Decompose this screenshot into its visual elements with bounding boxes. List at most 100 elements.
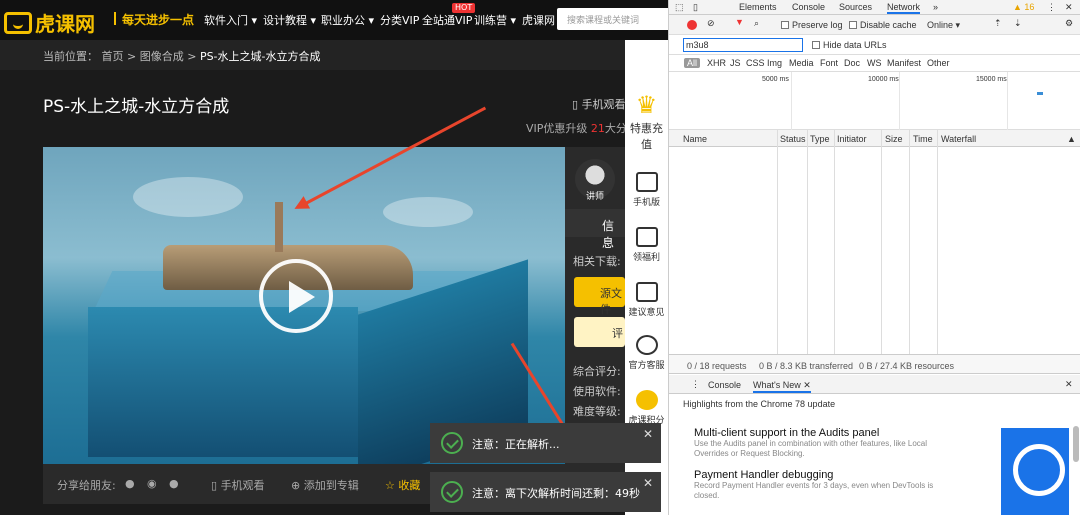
drawer-tab-console[interactable]: Console xyxy=(708,380,741,390)
type-img[interactable]: Img xyxy=(767,58,782,68)
col-initiator[interactable]: Initiator xyxy=(837,134,867,144)
inspect-icon[interactable]: ⬚ xyxy=(675,2,684,13)
weibo-icon[interactable]: ◉ xyxy=(147,477,157,490)
close-drawer-icon[interactable]: ✕ xyxy=(1065,379,1073,390)
cloud xyxy=(133,177,243,217)
crumb-category[interactable]: 图像合成 xyxy=(140,50,184,63)
play-button[interactable] xyxy=(259,259,333,333)
filter-input[interactable]: m3u8 xyxy=(683,38,803,52)
video-player[interactable] xyxy=(43,147,565,464)
disable-cache-checkbox[interactable]: Disable cache xyxy=(849,20,917,30)
sidebar-item-points[interactable]: 虎课积分 xyxy=(625,390,668,426)
nav-office[interactable]: 职业办公 ▾ xyxy=(321,12,374,28)
difficulty-label: 难度等级: xyxy=(573,405,621,418)
type-media[interactable]: Media xyxy=(789,58,814,68)
gift-icon xyxy=(635,227,658,247)
whats-new-item[interactable]: Multi-client support in the Audits panel… xyxy=(694,427,954,459)
vip-upgrade-text[interactable]: VIP优惠升级 21大分类 xyxy=(526,120,638,136)
sidebar-item-support[interactable]: 官方客服 xyxy=(625,335,668,371)
more-tabs-icon[interactable]: » xyxy=(933,2,938,12)
clear-icon[interactable]: ⊘ xyxy=(707,18,715,29)
webpage: 虎课网 每天进步一点 软件入门 ▾ 设计教程 ▾ 职业办公 ▾ 分类VIP 全站… xyxy=(0,0,668,515)
timeline-tick: 15000 ms xyxy=(976,76,1007,83)
crumb-current: PS-水上之城-水立方合成 xyxy=(199,50,321,63)
hide-data-urls-checkbox[interactable]: Hide data URLs xyxy=(812,40,887,50)
sidebar-item-mobile[interactable]: 手机版 xyxy=(625,172,668,208)
type-ws[interactable]: WS xyxy=(867,58,882,68)
type-all[interactable]: All xyxy=(684,58,701,68)
crumb-home[interactable]: 首页 xyxy=(102,50,124,63)
col-time[interactable]: Time xyxy=(913,134,933,144)
nav-vip[interactable]: 分类VIP xyxy=(380,12,419,28)
tab-network[interactable]: Network xyxy=(887,2,921,14)
type-font[interactable]: Font xyxy=(820,58,838,68)
tab-elements[interactable]: Elements xyxy=(739,2,777,12)
tab-sources[interactable]: Sources xyxy=(839,2,872,12)
transferred-size: 0 B / 8.3 KB transferred xyxy=(759,361,854,371)
device-icon[interactable]: ▯ xyxy=(693,2,698,13)
drawer-tab-whats-new[interactable]: What's New ✕ xyxy=(753,380,811,393)
request-table-header: Name Status Type Initiator Size Time Wat… xyxy=(669,130,1080,147)
points-icon xyxy=(635,390,658,410)
sort-icon[interactable]: ▲ xyxy=(1067,134,1076,144)
throttle-select[interactable]: Online ▾ xyxy=(927,20,960,31)
nav-hukewang[interactable]: 虎课网 xyxy=(522,12,555,28)
nav-software[interactable]: 软件入门 ▾ xyxy=(204,12,257,28)
close-icon[interactable]: ✕ xyxy=(643,476,653,490)
course-info-panel: 讲师 信息 相关下载: 源文件 评 综合评分: 使用软件: 难度等级: xyxy=(565,147,625,464)
warning-count[interactable]: ▲ 16 xyxy=(1013,2,1034,12)
slogan: 每天进步一点 xyxy=(113,12,195,27)
phone-watch-button[interactable]: ▯ 手机观看 xyxy=(211,477,265,493)
sidebar-item-welfare[interactable]: 领福利 xyxy=(625,227,668,263)
search-icon[interactable]: ⌕ xyxy=(754,18,759,29)
teacher-label: 讲师 xyxy=(585,192,604,202)
devtools-tabs: ⬚ ▯ Elements Console Sources Network » ▲… xyxy=(669,0,1080,15)
record-icon[interactable] xyxy=(687,20,697,30)
col-waterfall[interactable]: Waterfall xyxy=(941,134,976,144)
source-file-button[interactable]: 源文件 xyxy=(574,277,625,316)
col-size[interactable]: Size xyxy=(885,134,903,144)
add-to-album-button[interactable]: ⊕ 添加到专辑 xyxy=(291,477,359,493)
type-doc[interactable]: Doc xyxy=(844,58,860,68)
import-icon[interactable]: ⇡ xyxy=(994,18,1002,29)
col-type[interactable]: Type xyxy=(810,134,830,144)
notice-toast: 注意：正在解析... ✕ xyxy=(430,423,661,463)
site-logo[interactable]: 虎课网 xyxy=(4,8,95,37)
settings-icon[interactable]: ⚙ xyxy=(1065,18,1073,29)
favorite-button[interactable]: ☆ 收藏 xyxy=(385,477,420,493)
filter-row: m3u8 Hide data URLs xyxy=(669,35,1080,55)
col-status[interactable]: Status xyxy=(780,134,806,144)
water-cube-front xyxy=(88,307,358,457)
tab-console[interactable]: Console xyxy=(792,2,825,12)
nav-allsite-vip[interactable]: 全站通VIP xyxy=(422,12,472,28)
menu-icon[interactable]: ⋮ xyxy=(1047,2,1056,13)
review-button[interactable]: 评 xyxy=(574,317,625,347)
nav-design[interactable]: 设计教程 ▾ xyxy=(263,12,316,28)
close-icon[interactable]: ✕ xyxy=(1065,2,1073,13)
scrollbar[interactable] xyxy=(1073,426,1079,462)
type-css[interactable]: CSS xyxy=(746,58,765,68)
sidebar-item-recharge[interactable]: ♛ 特惠充值 xyxy=(625,90,668,152)
search-input[interactable]: 搜索课程或关键词 xyxy=(557,8,668,30)
edit-icon xyxy=(635,282,658,302)
preserve-log-checkbox[interactable]: Preserve log xyxy=(781,20,843,30)
tab-info[interactable]: 信息 xyxy=(565,209,625,250)
software-label: 使用软件: xyxy=(573,385,621,398)
type-xhr[interactable]: XHR xyxy=(707,58,726,68)
qq-icon[interactable]: ● xyxy=(125,477,135,490)
sidebar-item-feedback[interactable]: 建议意见 xyxy=(625,282,668,318)
type-manifest[interactable]: Manifest xyxy=(887,58,921,68)
type-js[interactable]: JS xyxy=(730,58,741,68)
whats-new-item[interactable]: Payment Handler debugging Record Payment… xyxy=(694,469,954,501)
mobile-icon xyxy=(635,172,658,192)
wechat-icon[interactable]: ● xyxy=(169,477,179,490)
phone-watch-link[interactable]: ▯ 手机观看 xyxy=(572,96,626,112)
col-name[interactable]: Name xyxy=(683,134,707,144)
type-other[interactable]: Other xyxy=(927,58,950,68)
export-icon[interactable]: ⇣ xyxy=(1014,18,1022,29)
drawer-menu-icon[interactable]: ⋮ xyxy=(691,379,700,390)
filter-icon[interactable]: ▼ xyxy=(735,17,744,27)
timeline-bar xyxy=(1037,92,1043,95)
close-icon[interactable]: ✕ xyxy=(643,427,653,441)
nav-camp[interactable]: 训练营 ▾ xyxy=(474,12,516,28)
